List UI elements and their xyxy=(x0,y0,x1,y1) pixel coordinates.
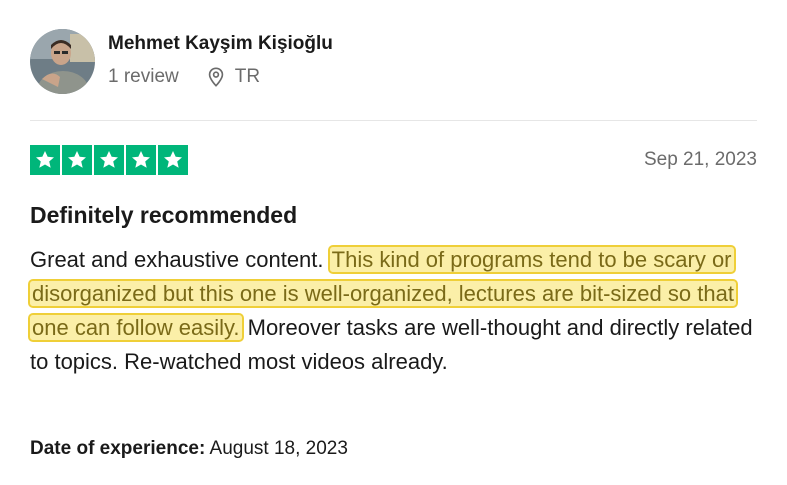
star-rating xyxy=(30,145,188,175)
review-count: 1 review xyxy=(108,66,179,87)
review-card: Mehmet Kayşim Kişioğlu 1 review TR Sep 2… xyxy=(0,0,787,485)
star-icon xyxy=(126,145,156,175)
map-pin-icon xyxy=(205,66,227,88)
experience-label: Date of experience: xyxy=(30,438,206,459)
star-icon xyxy=(158,145,188,175)
experience-date: August 18, 2023 xyxy=(209,438,348,459)
date-of-experience: Date of experience: August 18, 2023 xyxy=(30,438,348,460)
review-date: Sep 21, 2023 xyxy=(643,149,757,170)
star-icon xyxy=(62,145,92,175)
avatar[interactable] xyxy=(30,29,95,94)
reviewer-country: TR xyxy=(234,66,261,87)
review-title[interactable]: Definitely recommended xyxy=(30,202,297,229)
reviewer-name[interactable]: Mehmet Kayşim Kişioğlu xyxy=(108,33,333,55)
reviewer-meta: 1 review TR xyxy=(108,66,260,88)
divider xyxy=(30,120,757,121)
star-icon xyxy=(30,145,60,175)
review-text-plain: Great and exhaustive content. xyxy=(30,247,324,272)
avatar-image xyxy=(30,29,95,94)
review-text: Great and exhaustive content. This kind … xyxy=(28,243,760,379)
star-icon xyxy=(94,145,124,175)
